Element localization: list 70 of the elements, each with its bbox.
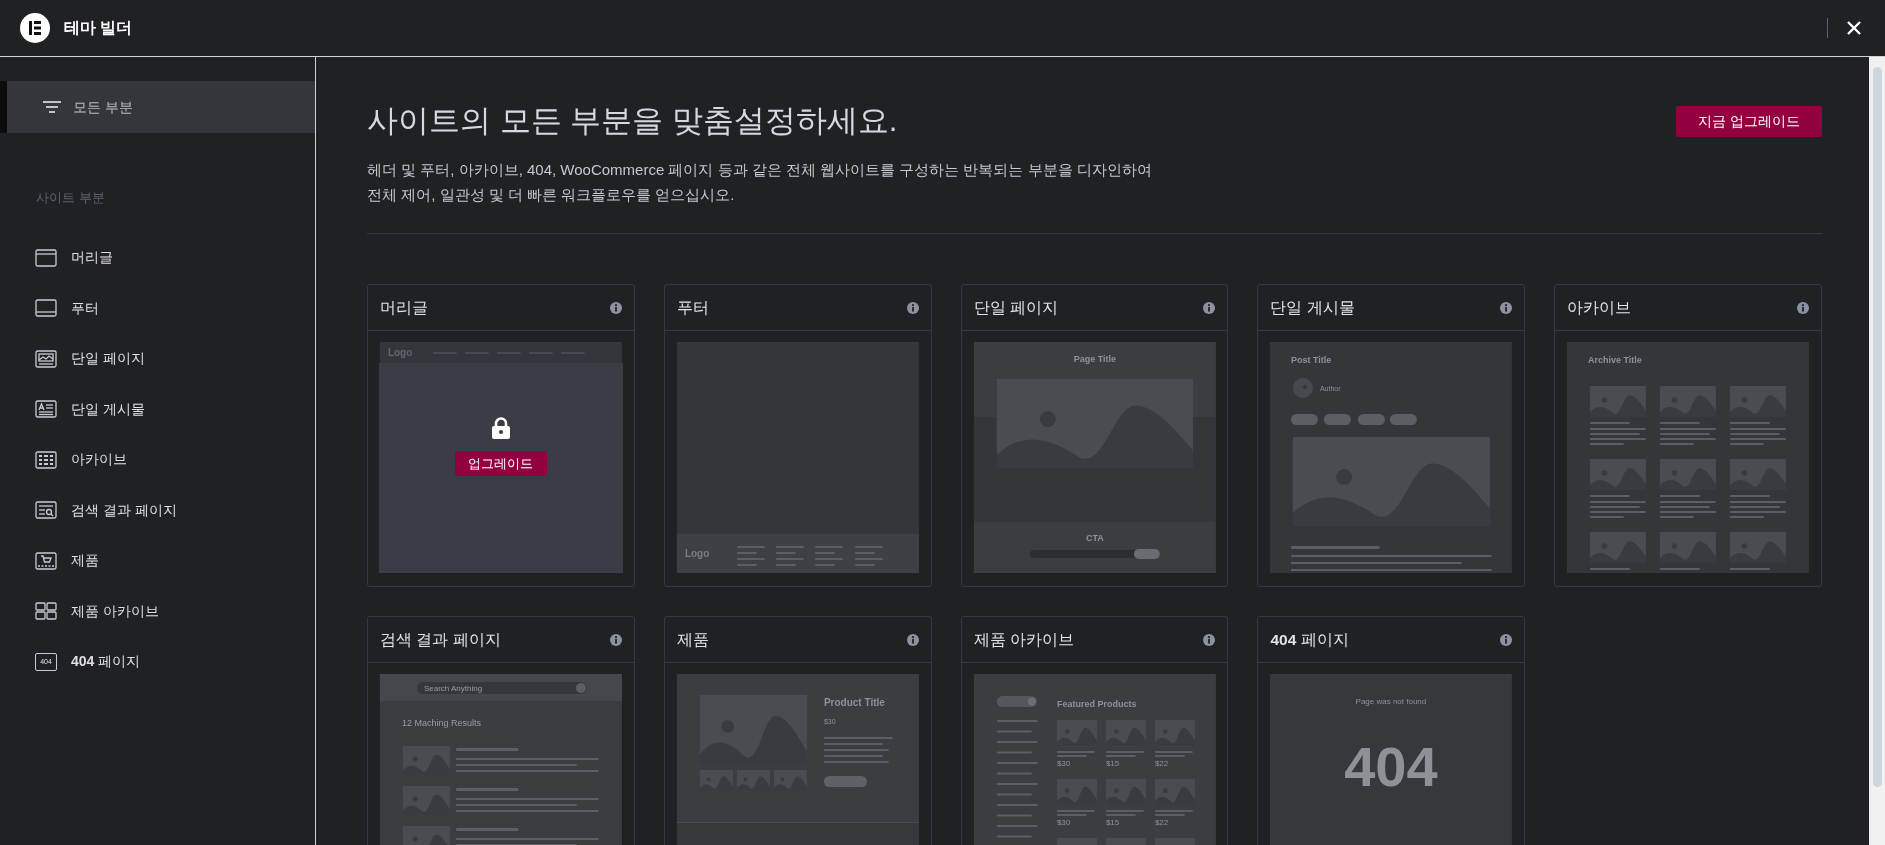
info-icon[interactable]	[609, 633, 622, 646]
grid-layout-icon	[35, 450, 57, 469]
sidebar-item[interactable]: 제품 아카이브	[0, 586, 315, 637]
price-label: $30	[1056, 759, 1070, 768]
message-label: Page was not found	[1355, 697, 1427, 706]
card-title: 단일 게시물	[1270, 297, 1355, 318]
sidebar-item[interactable]: 머리글	[0, 232, 315, 283]
card-title: 머리글	[380, 297, 428, 318]
card-title: 아카이브	[1567, 297, 1632, 318]
template-card[interactable]: 단일 페이지 Page Title CTA	[960, 284, 1229, 587]
section-title: 사이트 부분	[35, 189, 106, 207]
info-icon[interactable]	[906, 633, 919, 646]
sidebar-item[interactable]: 아카이브	[0, 434, 315, 485]
page-layout-icon	[35, 349, 57, 368]
search-layout-icon	[35, 501, 57, 520]
info-icon[interactable]	[1203, 633, 1216, 646]
price-label: $15	[1105, 818, 1119, 827]
header-layout-icon	[35, 248, 57, 267]
page-heading: 사이트의 모든 부분을 맞춤설정하세요.	[367, 102, 898, 140]
sidebar-item[interactable]: 단일 게시물	[0, 384, 315, 435]
info-icon[interactable]	[1500, 633, 1513, 646]
sidebar-item[interactable]: 푸터	[0, 283, 315, 334]
cart-layout-icon	[35, 551, 57, 570]
page-title-label: Page Title	[1073, 354, 1116, 364]
price-label: $30	[1056, 818, 1070, 827]
card-title: 검색 결과 페이지	[380, 629, 501, 650]
logo-icon	[20, 13, 50, 43]
product-title-label: Product Title	[823, 697, 885, 708]
upgrade-button[interactable]: 업그레이드	[454, 451, 547, 476]
logo-label: Logo	[684, 548, 710, 559]
search-placeholder-label: Search Anything	[423, 684, 483, 693]
price-label: $15	[1105, 759, 1119, 768]
sidebar-item[interactable]: 제품	[0, 535, 315, 586]
lock-icon	[491, 417, 510, 439]
sidebar-item[interactable]: 검색 결과 페이지	[0, 485, 315, 536]
upgrade-now-button[interactable]: 지금 업그레이드	[1676, 106, 1822, 137]
post-layout-icon	[35, 400, 57, 419]
template-card[interactable]: 제품 아카이브 $30 $15 $22 $30 $15 $22 Featured Products	[960, 616, 1229, 845]
post-title-label: Post Title	[1291, 355, 1332, 365]
info-icon[interactable]	[1203, 301, 1216, 314]
filter-tab[interactable]: 모든 부분	[0, 81, 315, 133]
error-code-label: 404	[1344, 735, 1438, 798]
price-label: $22	[1154, 759, 1168, 768]
info-icon[interactable]	[906, 301, 919, 314]
filter-icon	[43, 101, 61, 113]
close-icon[interactable]	[1846, 20, 1862, 36]
card-title: 404 페이지	[1270, 629, 1349, 650]
results-count-label: 12 Maching Results	[401, 718, 481, 728]
card-title: 푸터	[676, 297, 709, 318]
grid-cards-icon	[35, 602, 57, 621]
price-label: $22	[1154, 818, 1168, 827]
description-text: 전체 제어, 일관성 및 더 빠른 워크플로우를 얻으십시오.	[367, 185, 736, 205]
template-card[interactable]: 404 페이지 Page was not found 404	[1257, 616, 1526, 845]
scrollbar[interactable]	[1869, 57, 1885, 845]
template-card[interactable]: 아카이브 Archive Title	[1554, 284, 1822, 587]
featured-title-label: Featured Products	[1056, 699, 1136, 709]
card-title: 제품	[676, 629, 709, 650]
card-title: 제품 아카이브	[973, 629, 1074, 650]
sidebar-item[interactable]: 단일 페이지	[0, 333, 315, 384]
window-title: 테마 빌더	[64, 18, 133, 38]
footer-layout-icon	[35, 299, 57, 318]
info-icon[interactable]	[1797, 301, 1809, 314]
description-text: 헤더 및 푸터, 아카이브, 404, WooCommerce 페이지 등과 같은 전체 웹사이트를 구성하는 반복되는 부분을 디자인하여	[367, 160, 1153, 180]
template-card[interactable]: 푸터 Logo	[663, 284, 932, 587]
card-title: 단일 페이지	[973, 297, 1058, 318]
cta-label: CTA	[1085, 533, 1104, 543]
info-icon[interactable]	[1500, 301, 1513, 314]
info-icon[interactable]	[609, 301, 622, 314]
template-card[interactable]: 검색 결과 페이지 Search Anything 12 Maching Results	[367, 616, 635, 845]
archive-title-label: Archive Title	[1588, 355, 1642, 365]
